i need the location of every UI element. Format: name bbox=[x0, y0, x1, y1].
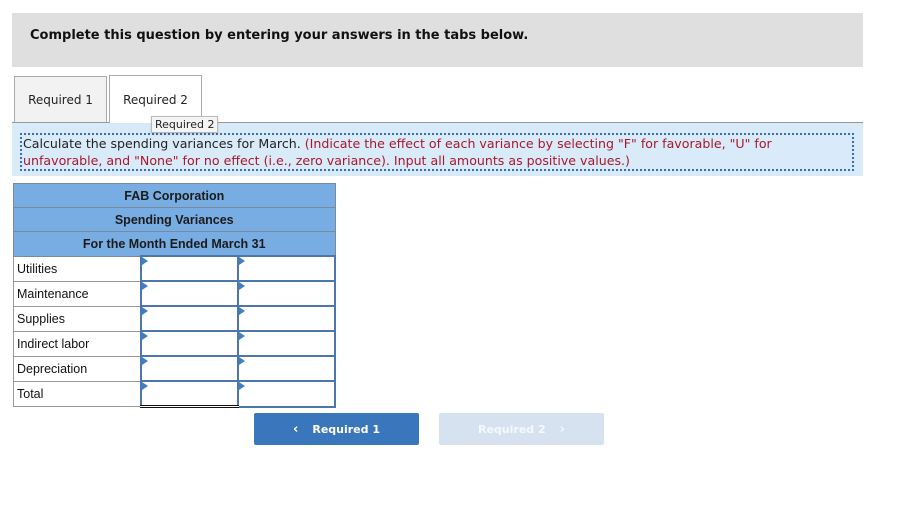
question-header: Complete this question by entering your … bbox=[12, 13, 863, 67]
dropdown-marker-icon bbox=[141, 257, 148, 265]
instruction-text: Calculate the spending variances for Mar… bbox=[20, 133, 854, 171]
effect-cell[interactable] bbox=[236, 305, 337, 332]
effect-select[interactable] bbox=[238, 307, 334, 330]
dropdown-marker-icon bbox=[141, 357, 148, 365]
dropdown-marker-icon bbox=[238, 382, 245, 390]
prev-required-1-button[interactable]: ‹ Required 1 bbox=[254, 413, 419, 445]
total-effect-select[interactable] bbox=[238, 382, 334, 406]
dropdown-marker-icon bbox=[141, 307, 148, 315]
table-row: Utilities bbox=[12, 255, 337, 282]
dropdown-marker-icon bbox=[238, 357, 245, 365]
amount-input[interactable] bbox=[141, 282, 237, 305]
amount-input[interactable] bbox=[141, 357, 237, 380]
spending-variances-table: FAB Corporation Spending Variances For t… bbox=[12, 183, 337, 408]
table-row: Maintenance bbox=[12, 280, 337, 307]
chevron-left-icon: ‹ bbox=[292, 421, 299, 437]
report-title: Spending Variances bbox=[13, 207, 336, 232]
dropdown-marker-icon bbox=[141, 382, 148, 390]
tab-tooltip: Required 2 bbox=[151, 116, 219, 133]
effect-cell[interactable] bbox=[236, 330, 337, 357]
amount-cell[interactable] bbox=[139, 255, 239, 282]
prev-button-label: Required 1 bbox=[312, 422, 380, 436]
chevron-right-icon: › bbox=[559, 421, 565, 437]
total-amount-input[interactable] bbox=[141, 382, 237, 405]
dropdown-marker-icon bbox=[141, 332, 148, 340]
effect-select[interactable] bbox=[238, 282, 334, 305]
report-period: For the Month Ended March 31 bbox=[13, 231, 336, 257]
dropdown-marker-icon bbox=[238, 282, 245, 290]
row-label: Total bbox=[12, 380, 142, 407]
table-row: Depreciation bbox=[12, 355, 337, 382]
dropdown-marker-icon bbox=[238, 257, 245, 265]
table-row: Indirect labor bbox=[12, 330, 337, 357]
question-header-title: Complete this question by entering your … bbox=[30, 28, 529, 43]
next-required-2-button[interactable]: Required 2 › bbox=[439, 413, 604, 445]
amount-cell[interactable] bbox=[139, 330, 239, 357]
effect-select[interactable] bbox=[238, 257, 334, 280]
row-label: Depreciation bbox=[12, 355, 142, 382]
effect-cell[interactable] bbox=[236, 355, 337, 382]
row-label: Indirect labor bbox=[12, 330, 142, 357]
amount-cell[interactable] bbox=[139, 280, 239, 307]
effect-select[interactable] bbox=[238, 357, 334, 380]
effect-cell[interactable] bbox=[236, 280, 337, 307]
tab-label: Required 1 bbox=[28, 92, 93, 107]
row-label: Utilities bbox=[12, 255, 142, 282]
amount-cell[interactable] bbox=[139, 305, 239, 332]
amount-cell[interactable] bbox=[139, 380, 239, 408]
effect-cell[interactable] bbox=[236, 255, 337, 282]
dropdown-marker-icon bbox=[238, 332, 245, 340]
row-label: Maintenance bbox=[12, 280, 142, 307]
table-row: Supplies bbox=[12, 305, 337, 332]
dropdown-marker-icon bbox=[238, 307, 245, 315]
dropdown-marker-icon bbox=[141, 282, 148, 290]
instruction-panel: Calculate the spending variances for Mar… bbox=[12, 122, 863, 176]
row-label: Supplies bbox=[12, 305, 142, 332]
table-row-total: Total bbox=[12, 380, 337, 408]
tab-label: Required 2 bbox=[123, 92, 188, 107]
next-button-label: Required 2 bbox=[477, 422, 546, 436]
amount-input[interactable] bbox=[141, 307, 237, 330]
effect-select[interactable] bbox=[238, 332, 334, 355]
amount-cell[interactable] bbox=[139, 355, 239, 382]
tab-required-1[interactable]: Required 1 bbox=[14, 76, 107, 122]
amount-input[interactable] bbox=[141, 332, 237, 355]
effect-cell[interactable] bbox=[236, 380, 337, 408]
report-company: FAB Corporation bbox=[13, 183, 336, 208]
instruction-main: Calculate the spending variances for Mar… bbox=[23, 136, 301, 151]
amount-input[interactable] bbox=[141, 257, 237, 280]
